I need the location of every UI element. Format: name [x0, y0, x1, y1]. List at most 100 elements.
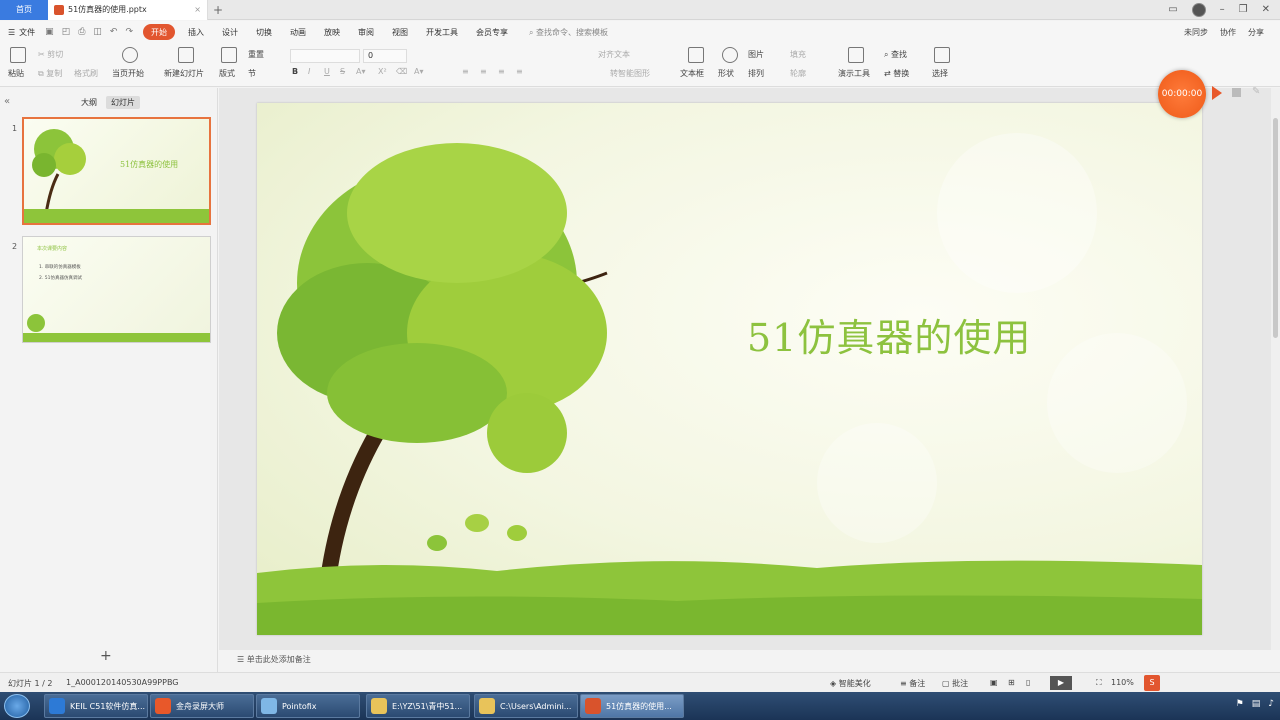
flag-icon[interactable]: ⚑: [1236, 699, 1244, 709]
share-button[interactable]: 分享: [1248, 27, 1264, 38]
start-button[interactable]: [4, 694, 30, 718]
smart-art-button[interactable]: 转智能图形: [610, 68, 650, 79]
tab-review[interactable]: 审阅: [349, 24, 383, 40]
select-button[interactable]: 选择: [932, 68, 948, 79]
normal-view-icon[interactable]: ▣: [990, 678, 998, 687]
paste-button[interactable]: 粘贴: [8, 68, 24, 79]
taskbar-item-recorder[interactable]: 金舟录屏大师: [150, 694, 254, 718]
shape-button[interactable]: 形状: [718, 68, 734, 79]
restore-icon[interactable]: ❐: [1239, 4, 1248, 15]
highlight-button[interactable]: A▾: [414, 67, 424, 76]
tab-outline[interactable]: 大纲: [76, 96, 102, 109]
comments-toggle[interactable]: ▢ 批注: [942, 678, 968, 689]
italic-button[interactable]: I: [308, 67, 310, 76]
shape-icon[interactable]: [722, 47, 738, 63]
add-slide-button[interactable]: +: [100, 648, 112, 664]
slideshow-play-icon[interactable]: ▶: [1050, 676, 1072, 690]
present-tools-button[interactable]: 演示工具: [838, 68, 870, 79]
text-box-icon[interactable]: [688, 47, 704, 63]
copy-button[interactable]: ⧉ 复制: [38, 68, 62, 79]
reading-view-icon[interactable]: ▯: [1026, 678, 1030, 687]
notes-toggle[interactable]: ≡ 备注: [900, 678, 925, 689]
tab-design[interactable]: 设计: [213, 24, 247, 40]
find-button[interactable]: ⌕ 查找: [884, 49, 907, 60]
new-slide-icon[interactable]: [178, 47, 194, 63]
align-text-button[interactable]: 对齐文本: [598, 49, 630, 60]
network-icon[interactable]: ▤: [1252, 699, 1261, 709]
format-painter-button[interactable]: 格式刷: [74, 68, 98, 79]
section-button[interactable]: 节: [248, 68, 256, 79]
file-menu[interactable]: ☰ 文件: [8, 27, 35, 38]
taskbar-item-wps[interactable]: 51仿真器的使用...: [580, 694, 684, 718]
preview-icon[interactable]: ◫: [93, 27, 102, 37]
sorter-view-icon[interactable]: ⊞: [1008, 678, 1015, 687]
taskbar-item-folder2[interactable]: C:\Users\Admini...: [474, 694, 578, 718]
tab-animation[interactable]: 动画: [281, 24, 315, 40]
undo-icon[interactable]: ↶: [110, 27, 118, 37]
tab-slideshow[interactable]: 放映: [315, 24, 349, 40]
sync-status[interactable]: 未同步: [1184, 27, 1208, 38]
align-left-icon[interactable]: ≡: [462, 67, 469, 76]
collapse-panel-icon[interactable]: «: [4, 96, 10, 107]
strikethrough-button[interactable]: S: [340, 67, 345, 76]
select-icon[interactable]: [934, 47, 950, 63]
notes-pane[interactable]: ☰ 单击此处添加备注: [219, 650, 1271, 672]
collaborate-button[interactable]: 协作: [1220, 27, 1236, 38]
outline-button[interactable]: 轮廓: [790, 68, 806, 79]
avatar[interactable]: [1191, 2, 1206, 17]
tab-slides[interactable]: 幻灯片: [106, 96, 140, 109]
text-box-button[interactable]: 文本框: [680, 68, 704, 79]
layout-icon[interactable]: [221, 47, 237, 63]
superscript-button[interactable]: X²: [378, 67, 387, 76]
font-color-button[interactable]: A▾: [356, 67, 366, 76]
font-size-select[interactable]: 0: [363, 49, 407, 63]
tab-home[interactable]: 开始: [143, 24, 176, 40]
scrollbar-thumb[interactable]: [1273, 118, 1278, 338]
slide-thumbnail-1[interactable]: 51仿真器的使用: [22, 117, 211, 225]
play-icon[interactable]: [122, 47, 138, 63]
minimize-icon[interactable]: –: [1220, 4, 1225, 15]
tab-insert[interactable]: 插入: [179, 24, 213, 40]
document-tab[interactable]: 51仿真器的使用.pptx ×: [48, 0, 208, 20]
print-icon[interactable]: ⎙: [78, 27, 85, 37]
justify-icon[interactable]: ≡: [516, 67, 523, 76]
pen-icon[interactable]: ✎: [1252, 86, 1260, 97]
close-tab-icon[interactable]: ×: [194, 5, 201, 14]
home-tab[interactable]: 首页: [0, 0, 48, 20]
close-icon[interactable]: ✕: [1262, 4, 1270, 15]
export-icon[interactable]: ◰: [62, 27, 71, 37]
reset-button[interactable]: 重置: [248, 49, 264, 60]
stop-icon[interactable]: [1232, 88, 1241, 97]
layout-icon[interactable]: ▭: [1168, 4, 1177, 15]
volume-icon[interactable]: ♪: [1268, 699, 1274, 709]
tab-member[interactable]: 会员专享: [467, 24, 517, 40]
taskbar-item-keil[interactable]: KEIL C51软件仿真...: [44, 694, 148, 718]
command-search[interactable]: ⌕ 查找命令、搜索模板: [529, 27, 608, 38]
cut-button[interactable]: ✂ 剪切: [38, 49, 63, 60]
sogou-ime-icon[interactable]: S: [1144, 675, 1160, 691]
clear-format-button[interactable]: ⌫: [396, 67, 407, 76]
underline-button[interactable]: U: [324, 67, 330, 76]
new-slide-button[interactable]: 新建幻灯片: [164, 68, 204, 79]
paste-icon[interactable]: [10, 47, 26, 63]
align-right-icon[interactable]: ≡: [498, 67, 505, 76]
slide-title[interactable]: 51仿真器的使用: [747, 307, 1031, 362]
zoom-level[interactable]: 110%: [1111, 678, 1134, 687]
fill-button[interactable]: 填充: [790, 49, 806, 60]
new-tab-button[interactable]: +: [208, 3, 228, 17]
play-icon[interactable]: [1212, 86, 1222, 100]
tab-developer[interactable]: 开发工具: [417, 24, 467, 40]
align-center-icon[interactable]: ≡: [480, 67, 487, 76]
save-icon[interactable]: ▣: [45, 27, 54, 37]
redo-icon[interactable]: ↷: [125, 27, 133, 37]
vertical-scrollbar[interactable]: [1271, 88, 1280, 650]
tab-view[interactable]: 视图: [383, 24, 417, 40]
slide-thumbnail-2[interactable]: 本次课要内容 1. 串联的仿真器模板 2. 51仿真器仿真调试: [22, 236, 211, 343]
font-family-select[interactable]: [290, 49, 360, 63]
recording-timer[interactable]: 00:00:00: [1158, 70, 1206, 118]
replace-button[interactable]: ⇄ 替换: [884, 68, 909, 79]
taskbar-item-folder1[interactable]: E:\YZ\51\青中51...: [366, 694, 470, 718]
from-current-button[interactable]: 当页开始: [112, 68, 144, 79]
arrange-button[interactable]: 排列: [748, 68, 764, 79]
bold-button[interactable]: B: [292, 67, 298, 76]
